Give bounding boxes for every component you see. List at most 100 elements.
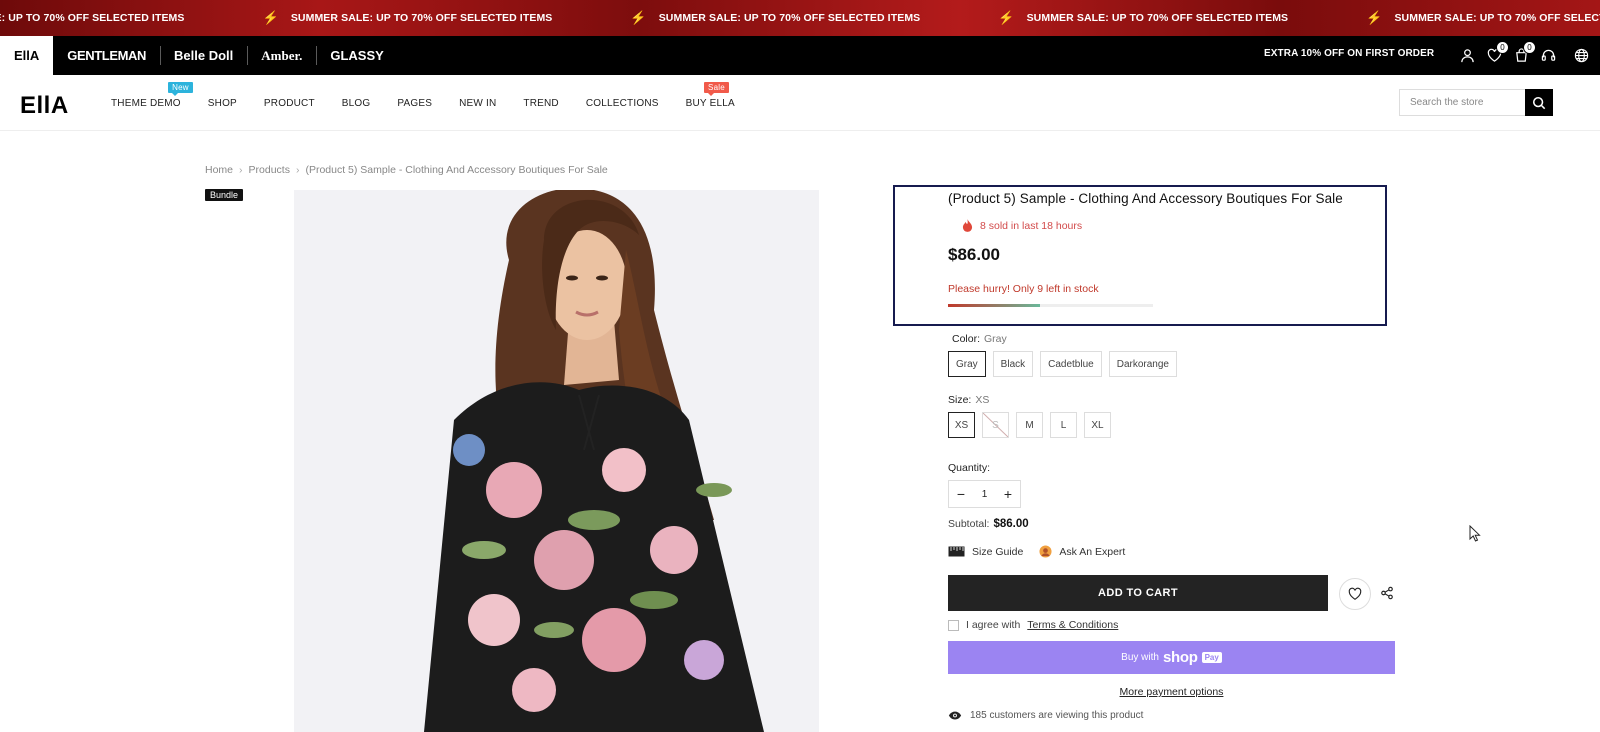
- size-selected-value: XS: [975, 394, 990, 406]
- add-to-cart-button[interactable]: ADD TO CART: [948, 575, 1328, 611]
- announcement-item: ⚡ SUMMER SALE: UP TO 70% OFF SELECTED ITE…: [263, 10, 553, 26]
- breadcrumb-products[interactable]: Products: [249, 164, 290, 176]
- search-icon: [1532, 96, 1546, 109]
- nav-blog[interactable]: BLOG: [342, 98, 371, 109]
- nav-buy-ella[interactable]: BUY ELLA Sale: [685, 81, 735, 109]
- quantity-decrease-button[interactable]: −: [955, 486, 967, 502]
- color-selected-value: Gray: [984, 333, 1007, 345]
- cart-icon[interactable]: 0: [1512, 41, 1536, 64]
- buy-with-text: Buy with: [1121, 652, 1159, 663]
- nav-shop[interactable]: SHOP: [208, 98, 237, 109]
- brand-tab-belle-doll[interactable]: Belle Doll: [160, 36, 247, 75]
- nav-trend[interactable]: TREND: [523, 98, 558, 109]
- quantity-increase-button[interactable]: +: [1002, 486, 1014, 502]
- nav-pages[interactable]: PAGES: [397, 98, 432, 109]
- more-payment-options-link[interactable]: More payment options: [948, 686, 1395, 698]
- color-option-label: Color: Gray: [952, 333, 1007, 345]
- nav-new-in[interactable]: NEW IN: [459, 98, 496, 109]
- color-swatch-black[interactable]: Black: [992, 351, 1034, 377]
- promo-text: EXTRA 10% OFF ON FIRST ORDER: [1264, 48, 1435, 59]
- stock-progress-fill: [948, 304, 1041, 307]
- nav-theme-demo[interactable]: THEME DEMO New: [111, 81, 193, 109]
- share-button[interactable]: [1380, 586, 1394, 605]
- wishlist-icon[interactable]: 0: [1485, 41, 1509, 64]
- announcement-text: SUMMER SALE: UP TO 70% OFF SELECTED ITEM…: [290, 12, 553, 24]
- lightning-icon: ⚡: [630, 10, 647, 25]
- viewers-indicator: 185 customers are viewing this product: [948, 710, 1143, 721]
- brand-tab-amber[interactable]: Amber.: [247, 36, 316, 75]
- size-swatch-l[interactable]: L: [1050, 412, 1077, 438]
- announcement-item: ⚡ SUMMER SALE: UP TO 70% OFF SELECTED ITE…: [998, 10, 1288, 26]
- ask-expert-link[interactable]: Ask An Expert: [1039, 545, 1125, 558]
- support-headset-icon[interactable]: [1539, 46, 1557, 64]
- product-price: $86.00: [948, 245, 1000, 264]
- color-label: Color:: [952, 333, 981, 345]
- color-swatch-darkorange[interactable]: Darkorange: [1108, 351, 1177, 377]
- quantity-value[interactable]: 1: [982, 489, 988, 500]
- stock-warning: Please hurry! Only 9 left in stock: [948, 283, 1099, 295]
- breadcrumb-separator: ›: [239, 164, 243, 176]
- color-swatch-gray[interactable]: Gray: [948, 351, 986, 377]
- search-button[interactable]: [1525, 89, 1553, 116]
- brand-tab-ella[interactable]: EllA: [0, 36, 54, 75]
- expert-avatar-icon: [1039, 545, 1052, 558]
- terms-checkbox[interactable]: [948, 619, 959, 631]
- new-tag: New: [168, 81, 193, 96]
- brand-tab-glassy[interactable]: GLASSY: [316, 36, 397, 75]
- terms-agreement: I agree with Terms & Conditions: [948, 619, 1118, 631]
- nav-product[interactable]: PRODUCT: [264, 98, 315, 109]
- main-header: EllA THEME DEMO New SHOP PRODUCT BLOG PA…: [0, 75, 1600, 131]
- announcement-item: LE: UP TO 70% OFF SELECTED ITEMS: [0, 12, 185, 24]
- subtotal: Subtotal: $86.00: [948, 518, 1029, 530]
- mouse-cursor-icon: [1469, 525, 1481, 542]
- breadcrumb-separator: ›: [295, 164, 300, 176]
- agree-text: I agree with: [966, 619, 1021, 631]
- ruler-icon: [948, 546, 965, 557]
- announcement-item: ⚡ SUMMER SALE: UP TO 70% OFF SELECTED ITE…: [630, 10, 920, 26]
- buy-with-shop-pay-button[interactable]: Buy with shop Pay: [948, 641, 1395, 674]
- subtotal-label: Subtotal:: [948, 518, 990, 530]
- top-icons: 0 0: [1458, 41, 1590, 64]
- nav-collections[interactable]: COLLECTIONS: [586, 98, 659, 109]
- wishlist-count-badge: 0: [1496, 41, 1509, 54]
- breadcrumb: Home › Products › (Product 5) Sample - C…: [205, 164, 608, 176]
- size-swatches: XS S M L XL: [948, 412, 1111, 438]
- nav-label: BUY ELLA: [685, 97, 735, 109]
- sold-text: 8 sold in last 18 hours: [980, 219, 1083, 232]
- size-swatch-s[interactable]: S: [982, 412, 1009, 438]
- announcement-text: SUMMER SALE: UP TO 70% OFF SELECTED ITEM…: [1394, 12, 1600, 24]
- product-image[interactable]: [294, 190, 819, 732]
- size-swatch-m[interactable]: M: [1016, 412, 1043, 438]
- quantity-stepper: − 1 +: [948, 480, 1021, 508]
- size-swatch-xs[interactable]: XS: [948, 412, 975, 438]
- color-swatch-cadetblue[interactable]: Cadetblue: [1040, 351, 1102, 377]
- nav-label: THEME DEMO: [111, 97, 181, 109]
- search-input[interactable]: [1400, 90, 1526, 115]
- lightning-icon: ⚡: [262, 10, 279, 25]
- viewers-text: 185 customers are viewing this product: [970, 710, 1144, 721]
- size-label: Size:: [948, 394, 972, 406]
- product-title: (Product 5) Sample - Clothing And Access…: [948, 191, 1343, 206]
- account-icon[interactable]: [1458, 46, 1476, 64]
- announcement-text: LE: UP TO 70% OFF SELECTED ITEMS: [0, 12, 185, 24]
- breadcrumb-current: (Product 5) Sample - Clothing And Access…: [305, 164, 608, 176]
- model-illustration: [294, 190, 819, 732]
- announcement-bar: LE: UP TO 70% OFF SELECTED ITEMS ⚡ SUMMER …: [0, 0, 1600, 36]
- bundle-badge: Bundle: [205, 189, 244, 201]
- breadcrumb-home[interactable]: Home: [205, 164, 233, 176]
- sold-indicator: 8 sold in last 18 hours: [962, 219, 1082, 232]
- site-logo[interactable]: EllA: [20, 92, 69, 120]
- brand-tab-gentleman[interactable]: GENTLEMAN: [53, 36, 160, 75]
- main-nav: THEME DEMO New SHOP PRODUCT BLOG PAGES N…: [111, 75, 762, 131]
- pay-logo: Pay: [1201, 652, 1222, 663]
- add-to-wishlist-button[interactable]: [1339, 578, 1371, 610]
- announcement-item: ⚡ SUMMER SALE: UP TO 70% OFF SELECTED ITE…: [1366, 10, 1600, 26]
- stock-progress-bar: [948, 304, 1153, 307]
- language-globe-icon[interactable]: [1572, 46, 1590, 64]
- size-swatch-xl[interactable]: XL: [1084, 412, 1111, 438]
- search-box: [1399, 89, 1553, 116]
- announcement-track: LE: UP TO 70% OFF SELECTED ITEMS ⚡ SUMMER …: [0, 0, 1600, 36]
- terms-link[interactable]: Terms & Conditions: [1027, 619, 1118, 631]
- size-guide-link[interactable]: Size Guide: [948, 545, 1023, 558]
- lightning-icon: ⚡: [1366, 10, 1383, 25]
